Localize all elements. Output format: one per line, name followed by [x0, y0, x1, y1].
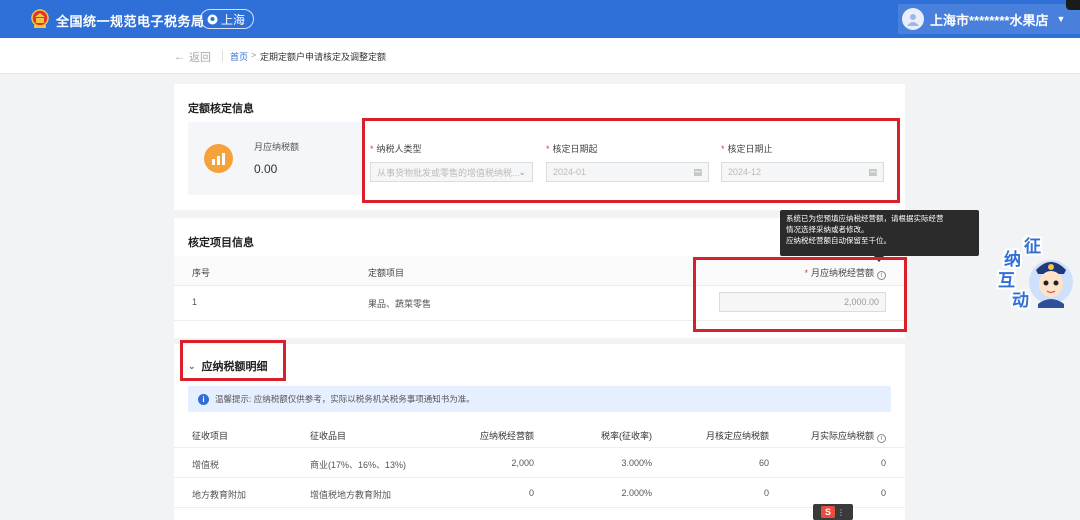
cell: 地方教育附加	[192, 490, 247, 500]
tax-detail-card: ⌄ 应纳税额明细 i 温馨提示: 应纳税额仅供参考，实际以税务机关税务事项通知书…	[174, 344, 905, 520]
col-index: 序号	[192, 268, 211, 278]
col-amount: * 月应纳税经营额 i	[804, 266, 886, 280]
col-taxable-amount: 应纳税经营额	[479, 431, 534, 441]
tooltip-line: 应纳税经营额自动保留至千位。	[786, 236, 891, 245]
start-date-label: * 核定日期起	[546, 144, 598, 154]
back-button[interactable]: ← 返回	[174, 49, 211, 65]
notice-text: 温馨提示: 应纳税额仅供参考，实际以税务机关税务事项通知书为准。	[215, 394, 475, 404]
top-navigation-bar: 全国统一规范电子税务局 上海 上海市********水果店 ▼	[0, 0, 1080, 38]
cell: 0	[880, 458, 886, 468]
tax-officer-mascot-icon	[1029, 260, 1073, 308]
breadcrumb-home-link[interactable]: 首页	[230, 50, 248, 63]
breadcrumb-separator: >	[251, 50, 257, 60]
bar-chart-icon	[204, 144, 233, 173]
cell: 2.000%	[621, 488, 652, 498]
tax-detail-title: 应纳税额明细	[201, 361, 268, 373]
back-label: 返回	[189, 52, 211, 64]
chevron-down-icon: ⌄	[518, 166, 527, 177]
chevron-down-icon: ⌄	[188, 360, 196, 371]
monthly-amount-input[interactable]: 2,000.00	[719, 292, 886, 312]
col-monthly-assessed: 月核定应纳税额	[705, 431, 769, 441]
col-levy-category: 征收品目	[310, 431, 347, 441]
breadcrumb-current: 定期定额户申请核定及调整定额	[260, 52, 387, 62]
breadcrumb-divider	[222, 50, 223, 62]
more-dots-icon: ⋮	[837, 507, 845, 517]
table-row: 地方教育附加 增值税地方教育附加 0 2.000% 0 0	[174, 478, 905, 508]
cell: 2,000	[511, 458, 534, 468]
location-label: 上海	[221, 12, 246, 27]
row-item: 果品、蔬菜零售	[368, 299, 432, 309]
user-name: 上海市********水果店	[930, 12, 1049, 28]
interaction-helper-widget[interactable]: 征 纳 互 动	[996, 232, 1080, 312]
sogou-s-icon: S	[821, 506, 835, 518]
items-table-header: 序号 定额项目 * 月应纳税经营额 i	[174, 256, 905, 286]
cell: 0	[880, 488, 886, 498]
tooltip-line: 系统已为您预填应纳税经营额，请根据实际经营	[786, 214, 944, 223]
calendar-icon: ▤	[868, 166, 877, 177]
start-date-picker[interactable]: 2024-01 ▤	[546, 162, 709, 182]
stat-value: 0.00	[254, 162, 278, 176]
cell: 商业(17%、16%、13%)	[310, 460, 407, 470]
helper-char: 动	[1012, 291, 1029, 310]
location-selector[interactable]: 上海	[200, 9, 255, 29]
calendar-icon: ▤	[693, 166, 702, 177]
taxpayer-type-value: 从事货物批发或零售的增值税纳税...	[377, 167, 519, 178]
end-date-value: 2024-12	[728, 167, 762, 177]
taxpayer-type-label: * 纳税人类型	[370, 144, 422, 154]
tax-detail-toggle[interactable]: ⌄ 应纳税额明细	[188, 358, 268, 374]
notice-banner: i 温馨提示: 应纳税额仅供参考，实际以税务机关税务事项通知书为准。	[188, 386, 891, 412]
info-icon: i	[198, 393, 209, 405]
stat-label: 月应纳税额	[254, 142, 300, 152]
tax-table-header: 征收项目 征收品目 应纳税经营额 税率(征收率) 月核定应纳税额 月实际应纳税额…	[174, 420, 905, 448]
cell: 60	[758, 458, 769, 468]
breadcrumb: ← 返回 首页 > 定期定额户申请核定及调整定额	[0, 38, 1080, 74]
window-corner-control	[1066, 0, 1080, 10]
tooltip-arrow	[874, 256, 884, 262]
chevron-down-icon: ▼	[1056, 14, 1066, 24]
user-avatar-icon	[902, 8, 924, 30]
info-icon[interactable]: i	[877, 434, 886, 443]
cell: 3.000%	[621, 458, 652, 468]
table-row: 1 果品、蔬菜零售 2,000.00	[174, 286, 905, 321]
location-pin-icon	[207, 14, 218, 24]
end-date-picker[interactable]: 2024-12 ▤	[721, 162, 884, 182]
monthly-tax-stat: 月应纳税额 0.00	[188, 122, 364, 195]
col-item: 定额项目	[368, 268, 405, 278]
amount-tooltip: 系统已为您预填应纳税经营额，请根据实际经营 情况选择采纳或者修改。 应纳税经营额…	[780, 210, 979, 256]
cell: 0	[528, 488, 534, 498]
site-title[interactable]: 全国统一规范电子税务局	[56, 11, 205, 30]
cell: 增值税地方教育附加	[310, 490, 392, 500]
start-date-value: 2024-01	[553, 167, 587, 177]
input-method-toolbar[interactable]: S ⋮	[813, 504, 853, 520]
items-info-title: 核定项目信息	[188, 237, 254, 249]
row-index: 1	[192, 297, 198, 307]
col-levy-item: 征收项目	[192, 431, 229, 441]
table-row: 增值税 商业(17%、16%、13%) 2,000 3.000% 60 0	[174, 448, 905, 478]
info-icon[interactable]: i	[877, 271, 886, 280]
taxpayer-type-select[interactable]: 从事货物批发或零售的增值税纳税... ⌄	[370, 162, 533, 182]
user-menu[interactable]: 上海市********水果店 ▼	[898, 4, 1080, 34]
tooltip-line: 情况选择采纳或者修改。	[786, 225, 869, 234]
quota-info-card: 定额核定信息 月应纳税额 0.00 * 纳税人类型 从事货物批发或零售的增值税纳税…	[174, 84, 905, 210]
cell: 0	[763, 488, 769, 498]
col-monthly-actual: 月实际应纳税额 i	[811, 429, 886, 443]
col-rate: 税率(征收率)	[601, 431, 652, 441]
arrow-left-icon: ←	[174, 51, 185, 63]
cell: 增值税	[192, 460, 220, 470]
tax-emblem-icon[interactable]	[30, 8, 50, 30]
end-date-label: * 核定日期止	[721, 144, 773, 154]
quota-info-title: 定额核定信息	[188, 103, 254, 115]
